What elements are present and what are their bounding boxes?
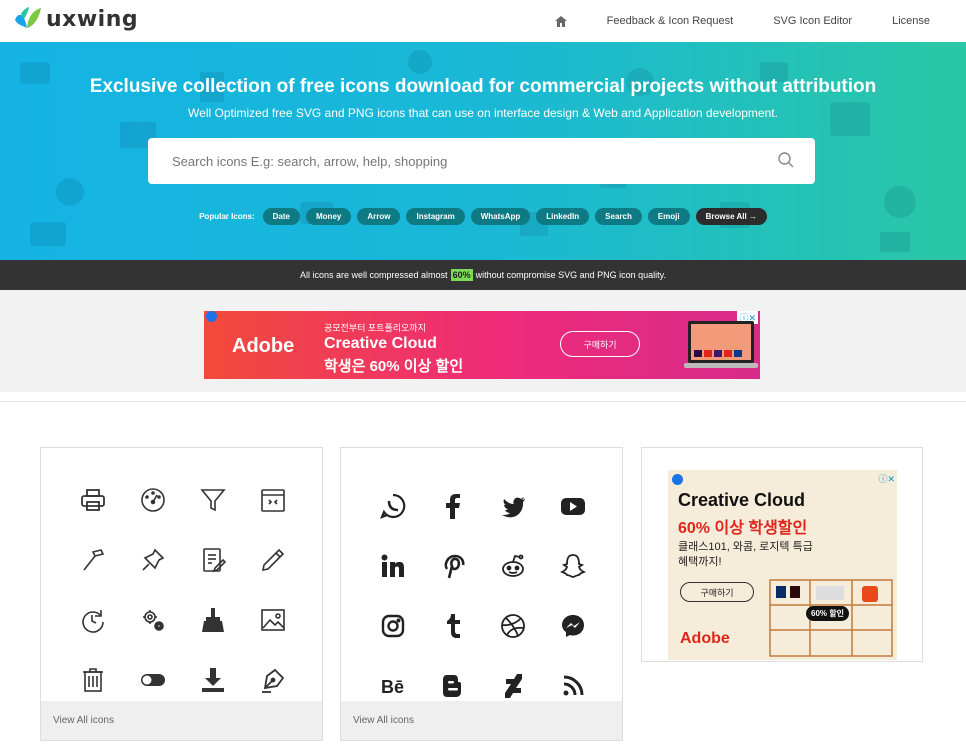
side-ad-desc: 클래스101, 와콤, 로지텍 특급 혜택까지! (678, 541, 813, 568)
popular-label: Popular Icons: (199, 212, 255, 221)
banner-line2: Creative Cloud (324, 335, 437, 352)
hero-section: Exclusive collection of free icons downl… (0, 42, 966, 260)
side-ad-title: Creative Cloud (678, 490, 806, 510)
refresh-clock-icon[interactable] (63, 590, 123, 650)
side-ad-brand: Adobe (680, 630, 730, 647)
document-edit-icon[interactable] (183, 530, 243, 590)
top-nav: uxwing Feedback & Icon Request SVG Icon … (0, 0, 966, 42)
logo[interactable]: uxwing (12, 6, 138, 32)
chip-arrow[interactable]: Arrow (357, 208, 401, 225)
home-icon[interactable] (554, 15, 567, 27)
view-all-icons-link[interactable]: View All icons (41, 701, 322, 740)
leaf-logo-icon (15, 7, 41, 28)
tumblr-icon[interactable] (423, 596, 483, 656)
browse-all-button[interactable]: Browse All → (695, 208, 767, 225)
filter-icon[interactable] (183, 470, 243, 530)
speedometer-icon[interactable] (123, 470, 183, 530)
banner-line3: 학생은 60% 이상 할인 (324, 358, 464, 375)
side-ad-buy-button[interactable]: 구매하기 (680, 582, 754, 602)
ad-choices-icon[interactable] (672, 474, 683, 485)
calendar-icon[interactable] (243, 470, 303, 530)
messenger-icon[interactable] (543, 596, 603, 656)
search-input[interactable] (172, 153, 732, 169)
compression-notice: All icons are well compressed almost 60%… (0, 260, 966, 290)
icon-card-social: Bē View All icons (340, 447, 623, 741)
search-box (148, 138, 815, 184)
snapchat-icon[interactable] (543, 536, 603, 596)
banner-ad[interactable]: ⓘ✕ Adobe 공모전부터 포트폴리오까지 Creative Cloud 학생… (204, 311, 760, 379)
image-icon[interactable] (243, 590, 303, 650)
view-all-icons-link[interactable]: View All icons (341, 701, 622, 740)
chip-emoji[interactable]: Emoji (647, 208, 690, 225)
hammer-icon[interactable] (63, 530, 123, 590)
chip-money[interactable]: Money (306, 208, 352, 225)
chip-whatsapp[interactable]: WhatsApp (470, 208, 531, 225)
ad-choices-icon[interactable] (206, 311, 217, 322)
pinterest-icon[interactable] (423, 536, 483, 596)
pin-icon[interactable] (123, 530, 183, 590)
side-ad-badge: 60% 할인 (806, 606, 849, 621)
printer-icon[interactable] (63, 470, 123, 530)
side-ad-subtitle: 60% 이상 학생할인 (678, 520, 808, 537)
whatsapp-icon[interactable] (363, 476, 423, 536)
section-divider (0, 401, 966, 402)
reddit-icon[interactable] (483, 536, 543, 596)
youtube-icon[interactable] (543, 476, 603, 536)
instagram-icon[interactable] (363, 596, 423, 656)
popular-icons: Popular Icons: Date Money Arrow Instagra… (0, 208, 966, 225)
banner-buy-button[interactable]: 구매하기 (560, 331, 640, 357)
side-ad-card: ⓘ✕ Creative Cloud 60% 이상 학생할인 클래스101, 와콤… (641, 447, 923, 662)
chip-linkedin[interactable]: LinkedIn (536, 208, 590, 225)
notice-percent: 60% (450, 269, 473, 281)
twitter-icon[interactable] (483, 476, 543, 536)
ad-zone: ⓘ✕ Adobe 공모전부터 포트폴리오까지 Creative Cloud 학생… (0, 290, 966, 392)
nav-link-svg-editor[interactable]: SVG Icon Editor (773, 15, 852, 27)
pencil-icon[interactable] (243, 530, 303, 590)
nav-link-feedback[interactable]: Feedback & Icon Request (607, 15, 734, 27)
side-ad[interactable]: ⓘ✕ Creative Cloud 60% 이상 학생할인 클래스101, 와콤… (668, 470, 897, 660)
broom-icon[interactable] (183, 590, 243, 650)
chip-search[interactable]: Search (595, 208, 642, 225)
facebook-icon[interactable] (423, 476, 483, 536)
nav-link-license[interactable]: License (892, 15, 930, 27)
icon-grid: Bē (363, 476, 603, 716)
chip-instagram[interactable]: Instagram (406, 208, 465, 225)
search-icon[interactable] (777, 151, 795, 169)
ad-close-icon[interactable]: ⓘ✕ (878, 472, 895, 485)
nav-links: Feedback & Icon Request SVG Icon Editor … (554, 0, 930, 42)
dribbble-icon[interactable] (483, 596, 543, 656)
laptop-image-icon (684, 321, 758, 368)
logo-text: uxwing (46, 6, 139, 32)
linkedin-icon[interactable] (363, 536, 423, 596)
hero-subtitle: Well Optimized free SVG and PNG icons th… (188, 106, 778, 120)
chip-date[interactable]: Date (262, 208, 300, 225)
hero-title: Exclusive collection of free icons downl… (89, 76, 877, 97)
banner-brand: Adobe (232, 335, 295, 357)
notice-text-after: without compromise SVG and PNG icon qual… (475, 270, 666, 280)
icon-grid (63, 470, 303, 710)
notice-text-before: All icons are well compressed almost (300, 270, 448, 280)
icon-card-ui: View All icons (40, 447, 323, 741)
svg-text:Bē: Bē (381, 677, 404, 697)
settings-gears-icon[interactable] (123, 590, 183, 650)
banner-line1: 공모전부터 포트폴리오까지 (324, 323, 426, 333)
